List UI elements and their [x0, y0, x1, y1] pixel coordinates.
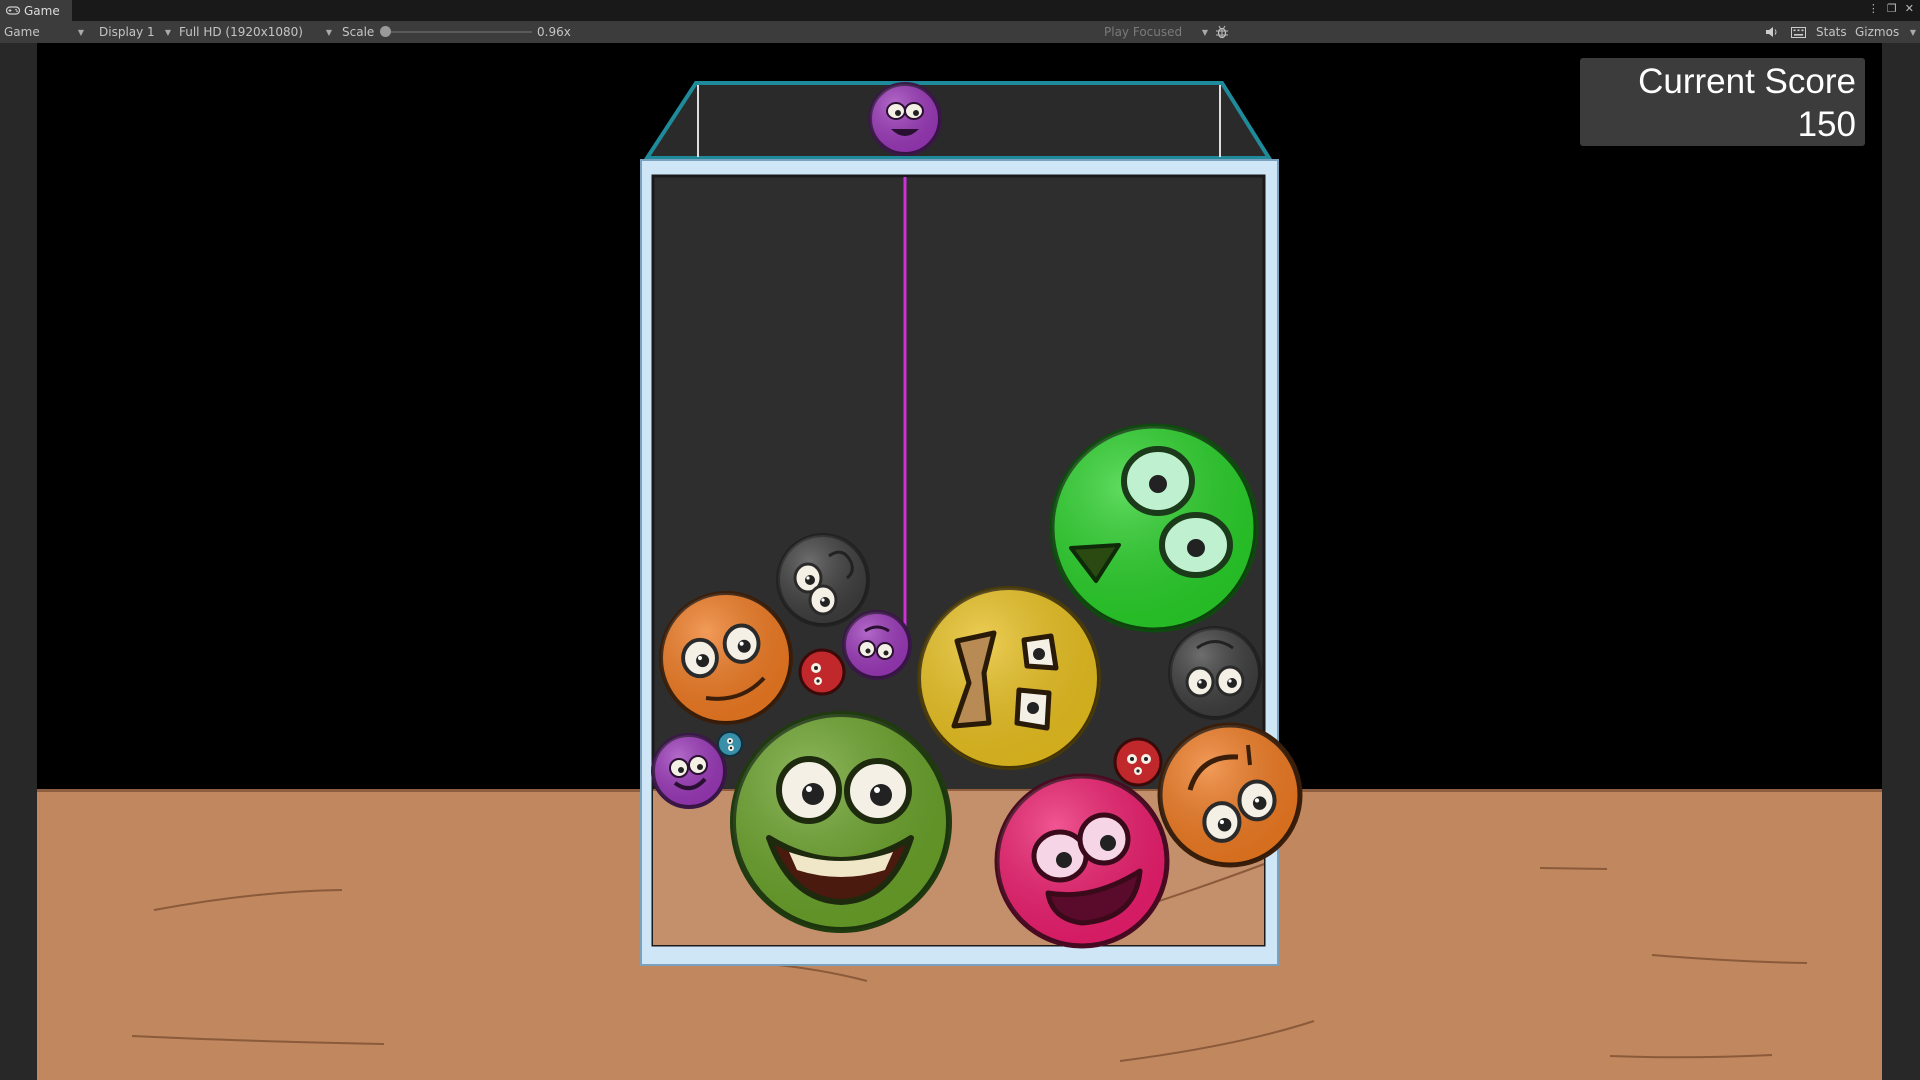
tab-bar: Game ⋮ ❐ ✕: [0, 0, 1920, 21]
ball-green: [1049, 423, 1259, 633]
display-dropdown[interactable]: Display 1 ▼: [99, 21, 171, 43]
chevron-down-icon: ▼: [1201, 27, 1208, 37]
ball-orange: [1157, 722, 1303, 868]
scale-slider-handle[interactable]: [380, 26, 391, 37]
maximize-icon[interactable]: ❐: [1887, 2, 1897, 15]
stats-button[interactable]: Stats: [1816, 21, 1847, 43]
audio-icon[interactable]: [1765, 21, 1779, 43]
scale-label: Scale: [342, 25, 375, 39]
next-ball-purple[interactable]: [868, 82, 942, 156]
more-options-icon[interactable]: ⋮: [1868, 2, 1879, 15]
gizmos-dropdown[interactable]: Gizmos ▼: [1855, 21, 1916, 43]
tab-title: Game: [24, 3, 60, 18]
ball-teal: [717, 731, 743, 757]
play-mode-label: Play Focused: [1104, 25, 1183, 39]
score-panel: Current Score 150: [1580, 58, 1865, 146]
ball-orange: [659, 591, 793, 725]
display-label: Display 1: [99, 25, 155, 39]
bug-icon[interactable]: [1215, 21, 1229, 43]
tab-game[interactable]: Game: [0, 0, 72, 21]
ball-red: [1113, 737, 1163, 787]
game-toolbar: Game ▼ Display 1 ▼ Full HD (1920x1080) ▼…: [0, 21, 1920, 43]
game-viewport[interactable]: Current Score 150: [37, 43, 1882, 1080]
chevron-down-icon: ▼: [164, 27, 171, 37]
score-label: Current Score: [1638, 62, 1856, 101]
view-mode-dropdown[interactable]: Game ▼: [4, 21, 86, 43]
ball-yellow: [917, 586, 1101, 770]
ball-gray: [776, 533, 870, 627]
resolution-label: Full HD (1920x1080): [179, 25, 303, 39]
ball-pink: [994, 773, 1170, 949]
window-controls: ⋮ ❐ ✕: [1868, 2, 1914, 15]
scale-value: 0.96x: [537, 25, 571, 39]
view-mode-label: Game: [4, 25, 40, 39]
ball-gray: [1168, 626, 1262, 720]
scale-slider-track[interactable]: [386, 31, 532, 33]
gizmos-label: Gizmos: [1855, 25, 1900, 39]
close-icon[interactable]: ✕: [1905, 2, 1914, 15]
ball-red: [798, 648, 846, 696]
ball-purple: [651, 733, 727, 809]
gamepad-icon: [6, 6, 20, 15]
chevron-down-icon: ▼: [1909, 27, 1916, 37]
chevron-down-icon: ▼: [77, 27, 84, 37]
ball-purple: [842, 610, 912, 680]
resolution-dropdown[interactable]: Full HD (1920x1080) ▼: [179, 21, 332, 43]
chevron-down-icon: ▼: [325, 27, 332, 37]
play-mode-dropdown[interactable]: Play Focused ▼: [1104, 21, 1208, 43]
keyboard-icon[interactable]: [1791, 21, 1806, 43]
game-scene: [131, 81, 1808, 1062]
ball-olive: [730, 711, 952, 933]
container-rim: [643, 81, 1273, 160]
score-value: 150: [1797, 105, 1856, 144]
